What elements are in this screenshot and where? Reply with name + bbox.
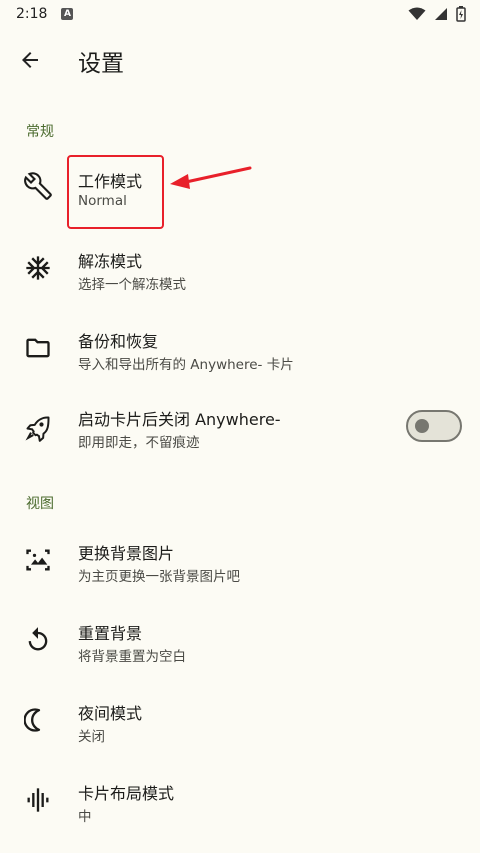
- setting-subtitle: 将背景重置为空白: [78, 649, 186, 665]
- setting-title: 更换背景图片: [78, 544, 175, 563]
- toggle-knob: [415, 419, 429, 433]
- app-bar: 设置: [0, 28, 480, 92]
- close-after-launch-toggle[interactable]: [406, 410, 462, 442]
- setting-title: 备份和恢复: [78, 332, 159, 351]
- setting-subtitle: 关闭: [78, 729, 105, 745]
- back-arrow-icon[interactable]: [18, 48, 42, 72]
- setting-close-after-launch[interactable]: 启动卡片后关闭 Anywhere- 即用即走，不留痕迹: [0, 388, 480, 468]
- setting-card-layout-mode[interactable]: 卡片布局模式 中: [0, 760, 480, 840]
- restore-icon: [28, 627, 48, 651]
- page-title: 设置: [78, 51, 124, 77]
- setting-subtitle: 导入和导出所有的 Anywhere- 卡片: [78, 357, 294, 373]
- setting-subtitle: 即用即走，不留痕迹: [78, 435, 200, 451]
- image-icon: [26, 549, 50, 571]
- battery-icon: [456, 6, 466, 22]
- annotation-highlight-box: [67, 155, 164, 229]
- setting-title: 重置背景: [78, 624, 143, 643]
- setting-subtitle: 中: [78, 809, 92, 825]
- rocket-icon: [25, 416, 50, 442]
- setting-unfreeze-mode[interactable]: 解冻模式 选择一个解冻模式: [0, 228, 480, 308]
- setting-subtitle: 为主页更换一张背景图片吧: [78, 569, 240, 585]
- wifi-icon: [408, 7, 426, 20]
- setting-title: 解冻模式: [78, 252, 143, 271]
- setting-reset-background[interactable]: 重置背景 将背景重置为空白: [0, 600, 480, 680]
- annotation-arrow-icon: [170, 166, 252, 189]
- setting-night-mode[interactable]: 夜间模式 关闭: [0, 680, 480, 760]
- moon-icon: [24, 708, 41, 732]
- setting-subtitle: 选择一个解冻模式: [78, 277, 186, 293]
- waveform-icon: [27, 788, 49, 812]
- setting-change-background[interactable]: 更换背景图片 为主页更换一张背景图片吧: [0, 520, 480, 600]
- wrench-icon: [24, 172, 52, 200]
- setting-backup-restore[interactable]: 备份和恢复 导入和导出所有的 Anywhere- 卡片: [0, 308, 480, 388]
- folder-icon: [26, 338, 50, 358]
- status-time: 2:18: [16, 6, 48, 22]
- signal-icon: [435, 8, 447, 20]
- setting-title: 夜间模式: [78, 704, 143, 723]
- setting-title: 卡片布局模式: [78, 784, 175, 803]
- setting-title: 启动卡片后关闭 Anywhere-: [78, 410, 281, 429]
- section-header-general: 常规: [26, 124, 54, 140]
- section-header-view: 视图: [26, 496, 54, 512]
- status-bar: 2:18 A: [0, 0, 480, 28]
- notification-badge: A: [61, 8, 74, 20]
- snowflake-icon: [26, 256, 50, 280]
